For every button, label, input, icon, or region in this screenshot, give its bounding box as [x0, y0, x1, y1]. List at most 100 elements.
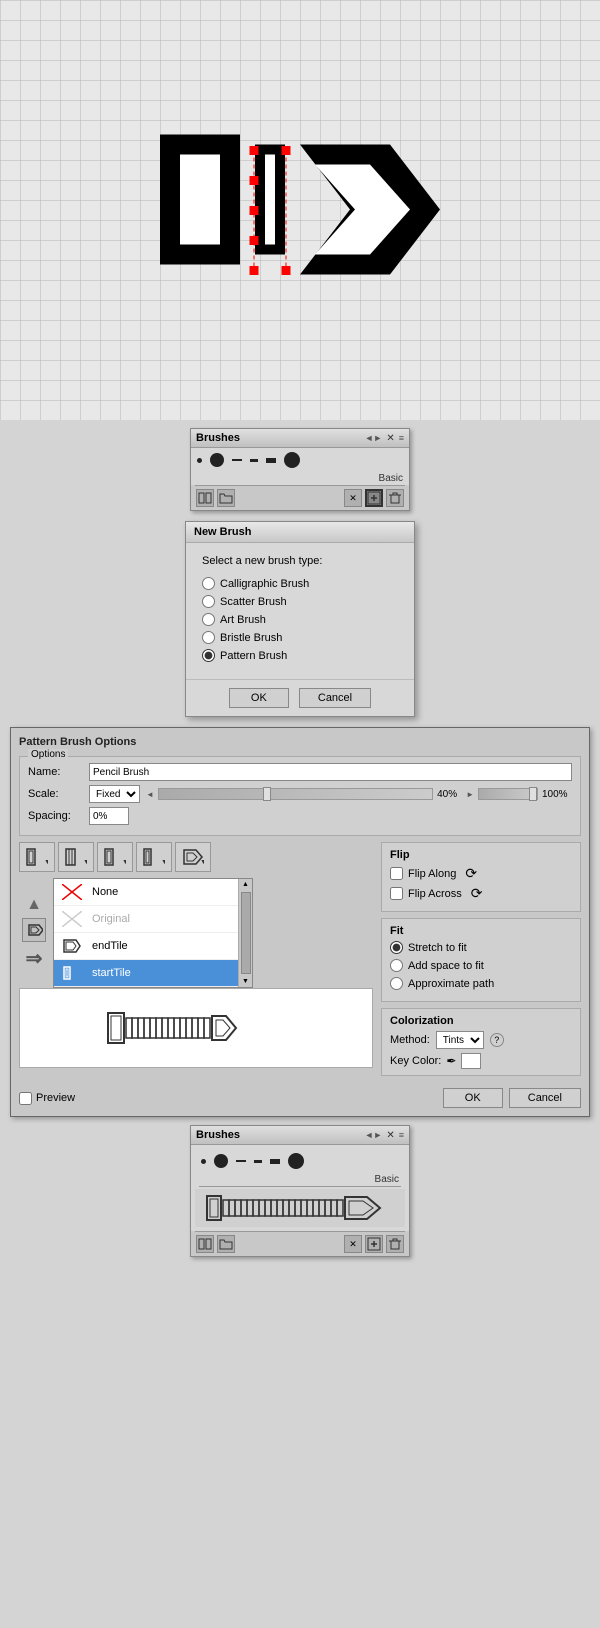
- trash-icon-2[interactable]: [386, 1235, 404, 1253]
- scale-slider[interactable]: [158, 788, 433, 800]
- panel-menu-icon[interactable]: ≡: [399, 433, 404, 443]
- addspace-radio[interactable]: [390, 959, 403, 972]
- brush-lg-dot-2[interactable]: [214, 1154, 228, 1168]
- starttile-label: startTile: [92, 967, 131, 979]
- new-brush-btn[interactable]: [365, 489, 383, 507]
- method-select[interactable]: Tints: [436, 1031, 484, 1049]
- tile-btn-3[interactable]: ▼: [97, 842, 133, 872]
- new-brush-btn-2[interactable]: [365, 1235, 383, 1253]
- pbo-ok-button[interactable]: OK: [443, 1088, 503, 1108]
- brush-dash-4[interactable]: [254, 1160, 262, 1163]
- option-scatter[interactable]: Scatter Brush: [202, 595, 398, 608]
- tile-btn-2[interactable]: ▼: [58, 842, 94, 872]
- scroll-thumb[interactable]: [241, 892, 251, 974]
- brush-xlg-dot-2[interactable]: [288, 1153, 304, 1169]
- scale-select[interactable]: Fixed: [89, 785, 140, 803]
- dropdown-scrollbar[interactable]: ▲ ▼: [238, 879, 252, 987]
- panel-menu-icon-2[interactable]: ≡: [399, 1130, 404, 1140]
- close-icon-2[interactable]: ✕: [386, 1130, 394, 1141]
- flip-along-label: Flip Along: [408, 868, 456, 880]
- collapse-icon[interactable]: ◄►: [365, 433, 383, 443]
- flip-along-checkbox[interactable]: [390, 867, 403, 880]
- cancel-button[interactable]: Cancel: [299, 688, 371, 708]
- approx-radio[interactable]: [390, 977, 403, 990]
- dialog-buttons: OK Cancel: [186, 679, 414, 716]
- scatter-radio[interactable]: [202, 595, 215, 608]
- slider-right-arrow: ►: [466, 790, 474, 799]
- key-color-row: Key Color: ✒: [390, 1053, 572, 1069]
- method-row: Method: Tints ?: [390, 1031, 572, 1049]
- scroll-up-icon[interactable]: ▲: [240, 879, 251, 890]
- brush-large-dot[interactable]: [210, 453, 224, 467]
- collapse-icon-2[interactable]: ◄►: [365, 1130, 383, 1140]
- flip-across-checkbox[interactable]: [390, 887, 403, 900]
- original-label: Original: [92, 913, 130, 925]
- slider-left-arrow: ◄: [146, 790, 154, 799]
- calligraphic-label: Calligraphic Brush: [220, 578, 309, 590]
- preview-checkbox[interactable]: [19, 1092, 32, 1105]
- tile-btn-1[interactable]: ▼: [19, 842, 55, 872]
- basic-label: Basic: [379, 473, 403, 484]
- calligraphic-radio[interactable]: [202, 577, 215, 590]
- close-icon[interactable]: ✕: [386, 433, 394, 444]
- slider-thumb-2[interactable]: [529, 787, 537, 801]
- key-color-swatch[interactable]: [461, 1053, 481, 1069]
- brush-sm-dot-2[interactable]: [201, 1159, 206, 1164]
- tile-btn-5[interactable]: ▼: [175, 842, 211, 872]
- delete-brush-icon-2[interactable]: ✕: [344, 1235, 362, 1253]
- up-arrow-icon[interactable]: ▲: [26, 896, 42, 914]
- libraries-icon[interactable]: [196, 489, 214, 507]
- brush-xlg-dot[interactable]: [284, 452, 300, 468]
- preview-area: [19, 988, 373, 1068]
- option-calligraphic[interactable]: Calligraphic Brush: [202, 577, 398, 590]
- scroll-down-icon[interactable]: ▼: [240, 976, 251, 987]
- spacing-row: Spacing:: [28, 807, 572, 825]
- addspace-option[interactable]: Add space to fit: [390, 959, 572, 972]
- tile-nav-icon[interactable]: [22, 918, 46, 942]
- flip-across-row: Flip Across ⟳: [390, 885, 572, 902]
- panel-titlebar-1: Brushes ◄► ✕ ≡: [191, 429, 409, 448]
- bristle-label: Bristle Brush: [220, 632, 282, 644]
- fit-section: Fit Stretch to fit Add space to fit Appr…: [381, 918, 581, 1002]
- brush-small-dot[interactable]: [197, 458, 202, 463]
- brush-dash-3[interactable]: [236, 1160, 246, 1162]
- bristle-radio[interactable]: [202, 631, 215, 644]
- brush-dash-2[interactable]: [250, 459, 258, 462]
- preview-checkbox-row: Preview: [19, 1092, 75, 1105]
- panel-controls-2: ◄► ✕ ≡: [365, 1130, 404, 1141]
- eyedropper-icon[interactable]: ✒: [446, 1054, 456, 1068]
- trash-icon[interactable]: [386, 489, 404, 507]
- tile-item-none[interactable]: None: [54, 879, 252, 906]
- brush-pattern-row[interactable]: [195, 1189, 405, 1227]
- approx-option[interactable]: Approximate path: [390, 977, 572, 990]
- ok-button[interactable]: OK: [229, 688, 289, 708]
- spacing-input[interactable]: [89, 807, 129, 825]
- brush-rect[interactable]: [266, 458, 276, 463]
- tile-item-original[interactable]: Original: [54, 906, 252, 933]
- tile-item-endtile[interactable]: endTile: [54, 933, 252, 960]
- brushes-content-2: Basic: [191, 1145, 409, 1231]
- delete-brush-icon[interactable]: ✕: [344, 489, 362, 507]
- scale-slider-2[interactable]: [478, 788, 538, 800]
- tile-btn-4[interactable]: ▼: [136, 842, 172, 872]
- art-radio[interactable]: [202, 613, 215, 626]
- stretch-radio[interactable]: [390, 941, 403, 954]
- name-input[interactable]: [89, 763, 572, 781]
- folder-icon-2[interactable]: [217, 1235, 235, 1253]
- new-brush-dialog: New Brush Select a new brush type: Calli…: [0, 521, 600, 717]
- option-pattern[interactable]: Pattern Brush: [202, 649, 398, 662]
- tile-item-starttile[interactable]: startTile: [54, 960, 252, 987]
- pbo-action-buttons: OK Cancel: [443, 1088, 581, 1108]
- pbo-cancel-button[interactable]: Cancel: [509, 1088, 581, 1108]
- hint-icon[interactable]: ?: [490, 1033, 504, 1047]
- scale-row: Scale: Fixed ◄ 40% ► 100%: [28, 785, 572, 803]
- option-art[interactable]: Art Brush: [202, 613, 398, 626]
- stretch-option[interactable]: Stretch to fit: [390, 941, 572, 954]
- folder-icon[interactable]: [217, 489, 235, 507]
- option-bristle[interactable]: Bristle Brush: [202, 631, 398, 644]
- brush-rect-2[interactable]: [270, 1159, 280, 1164]
- slider-thumb[interactable]: [263, 787, 271, 801]
- libraries-icon-2[interactable]: [196, 1235, 214, 1253]
- pattern-radio[interactable]: [202, 649, 215, 662]
- brush-dash-1[interactable]: [232, 459, 242, 461]
